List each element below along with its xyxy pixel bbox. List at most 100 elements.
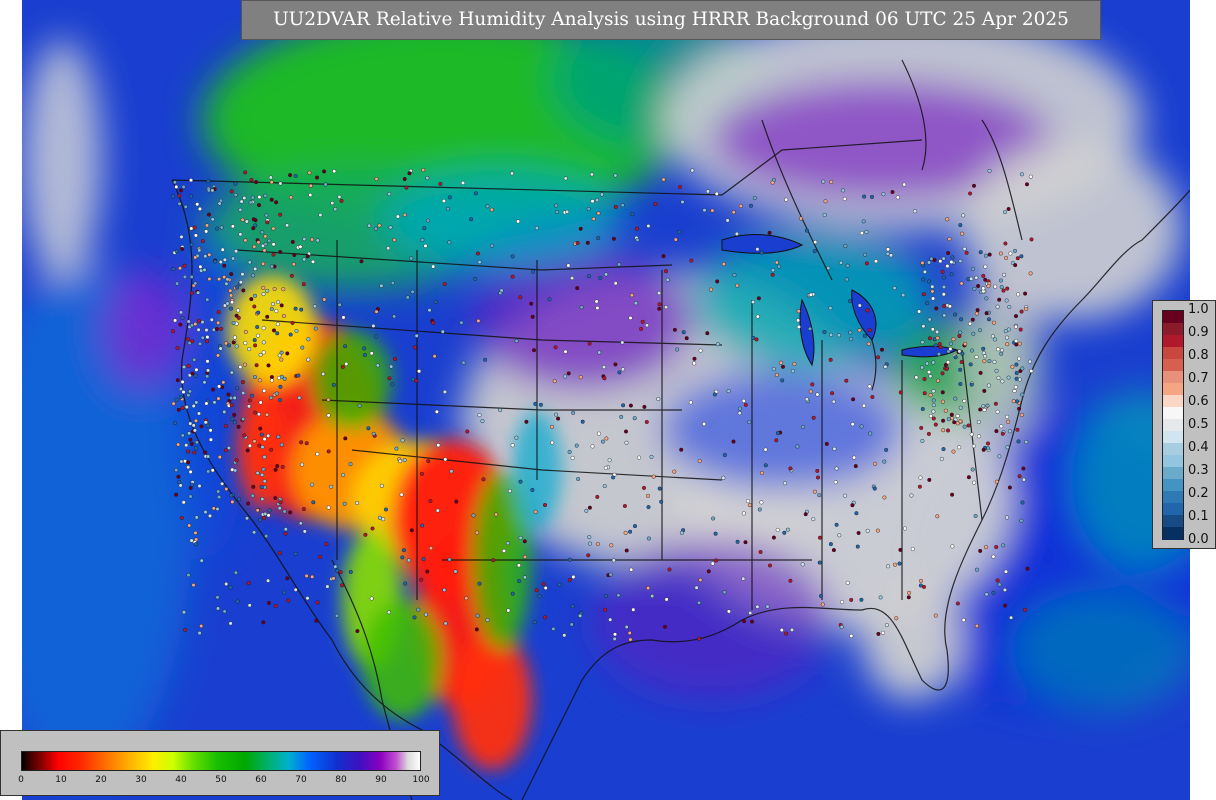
- observation-dot: [529, 301, 534, 306]
- observation-dot: [959, 317, 964, 322]
- observation-dot: [692, 356, 697, 361]
- observation-dot: [1010, 364, 1015, 369]
- observation-dot: [232, 335, 237, 340]
- observation-dot: [252, 439, 257, 444]
- observation-dot: [174, 397, 179, 402]
- observation-dot: [279, 374, 284, 379]
- observation-dot: [970, 467, 975, 472]
- observation-dot: [567, 578, 572, 583]
- observation-dot: [800, 562, 805, 567]
- observation-dot: [243, 329, 248, 334]
- observation-dot: [442, 282, 447, 287]
- observation-dot: [262, 388, 267, 393]
- observation-colorbar: 1.0 0.9 0.8 0.7 0.6 0.5 0.4 0.3 0.2 0.1 0.0: [1152, 300, 1216, 549]
- observation-dot: [170, 194, 175, 199]
- observation-dot: [982, 388, 987, 393]
- observation-dot: [863, 252, 868, 257]
- observation-dot: [1004, 298, 1009, 303]
- observation-dot: [231, 340, 236, 345]
- observation-dot: [225, 277, 230, 282]
- observation-dot: [985, 403, 990, 408]
- observation-dot: [377, 223, 382, 228]
- observation-dot: [304, 573, 309, 578]
- observation-dot: [238, 232, 243, 237]
- observation-dot: [414, 333, 419, 338]
- observation-dot: [624, 548, 629, 553]
- observation-dot: [946, 360, 951, 365]
- observation-dot: [945, 217, 950, 222]
- observation-dot: [420, 523, 425, 528]
- observation-dot: [951, 337, 956, 342]
- observation-dot: [177, 480, 182, 485]
- observation-dot: [563, 349, 568, 354]
- observation-dot: [181, 184, 186, 189]
- observation-dot: [856, 531, 861, 536]
- observation-dot: [1019, 309, 1024, 314]
- observation-dot: [186, 573, 191, 578]
- observation-dot: [675, 347, 680, 352]
- observation-dot: [229, 370, 234, 375]
- observation-dot: [639, 326, 644, 331]
- observation-colorbar-tick-label: 0.1: [1188, 509, 1209, 524]
- observation-dot: [898, 547, 903, 552]
- observation-dot: [752, 196, 757, 201]
- observation-dot: [369, 596, 374, 601]
- observation-dot: [995, 304, 1000, 309]
- observation-dot: [867, 328, 872, 333]
- observation-dot: [934, 306, 939, 311]
- observation-dot: [400, 438, 405, 443]
- observation-dot: [941, 275, 946, 280]
- observation-dot: [804, 228, 809, 233]
- observation-dot: [756, 296, 761, 301]
- observation-dot: [532, 620, 537, 625]
- observation-dot: [274, 200, 279, 205]
- observation-colorbar-segment: [1163, 491, 1183, 504]
- observation-dot: [454, 499, 459, 504]
- observation-dot: [315, 175, 320, 180]
- observation-dot: [524, 419, 529, 424]
- observation-dot: [177, 266, 182, 271]
- observation-dot: [423, 243, 428, 248]
- observation-dot: [681, 330, 686, 335]
- observation-dot: [404, 185, 409, 190]
- observation-dot: [293, 551, 298, 556]
- observation-dot: [471, 513, 476, 518]
- observation-dot: [324, 542, 329, 547]
- observation-dot: [986, 284, 991, 289]
- observation-dot: [595, 306, 600, 311]
- observation-dot: [941, 447, 946, 452]
- observation-dot: [357, 403, 362, 408]
- observation-dot: [771, 268, 776, 273]
- observation-dot: [968, 321, 973, 326]
- observation-dot: [810, 382, 815, 387]
- observation-dot: [530, 314, 535, 319]
- observation-colorbar-tick-label: 0.3: [1188, 463, 1209, 478]
- observation-dot: [936, 378, 941, 383]
- observation-dot: [257, 195, 262, 200]
- observation-dot: [927, 336, 932, 341]
- observation-colorbar-tick-label: 0.6: [1188, 394, 1209, 409]
- observation-dot: [897, 561, 902, 566]
- observation-dot: [395, 214, 400, 219]
- observation-dot: [941, 292, 946, 297]
- observation-dot: [1015, 427, 1020, 432]
- observation-dot: [178, 387, 183, 392]
- observation-dot: [852, 455, 857, 460]
- observation-dot: [252, 338, 257, 343]
- observation-dot: [657, 302, 662, 307]
- observation-dot: [251, 217, 256, 222]
- observation-dot: [865, 528, 870, 533]
- observation-dot: [416, 607, 421, 612]
- observation-dot: [231, 321, 236, 326]
- observation-dot: [464, 596, 469, 601]
- observation-dot: [203, 450, 208, 455]
- observation-dot: [202, 267, 207, 272]
- observation-dot: [232, 412, 237, 417]
- observation-dot: [600, 439, 605, 444]
- observation-dot: [721, 262, 726, 267]
- observation-dot: [763, 463, 768, 468]
- observation-dot: [1021, 477, 1026, 482]
- observation-dot: [984, 311, 989, 316]
- observation-dot: [461, 180, 466, 185]
- observation-dot: [642, 485, 647, 490]
